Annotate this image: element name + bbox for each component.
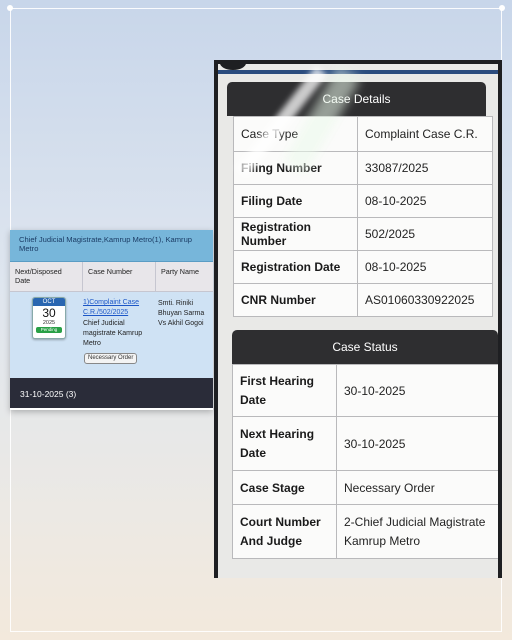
table-row: Registration Number 502/2025 bbox=[233, 217, 493, 251]
case-stage-value: Necessary Order bbox=[336, 470, 498, 505]
registration-number-label: Registration Number bbox=[233, 217, 358, 251]
frame-corner-dot bbox=[7, 5, 13, 11]
case-status-table: First Hearing Date 30-10-2025 Next Heari… bbox=[232, 364, 498, 559]
cnr-number-label: CNR Number bbox=[233, 283, 358, 317]
table-row[interactable]: OCT 30 2025 Pending 1)Complaint Case C.R… bbox=[10, 292, 213, 380]
table-row: Registration Date 08-10-2025 bbox=[233, 250, 493, 284]
case-type-value: Complaint Case C.R. bbox=[357, 116, 493, 152]
phone-device: Case Details Case Type Complaint Case C.… bbox=[214, 60, 502, 578]
calendar-icon: OCT 30 2025 Pending bbox=[32, 297, 66, 339]
case-detail-screen: Case Details Case Type Complaint Case C.… bbox=[218, 64, 498, 578]
date-group-header[interactable]: 31-10-2025 (3) bbox=[10, 378, 213, 408]
calendar-day: 30 bbox=[42, 306, 56, 320]
registration-date-value: 08-10-2025 bbox=[357, 250, 493, 284]
case-status-title: Case Status bbox=[232, 330, 498, 364]
table-row: Next Hearing Date 30-10-2025 bbox=[232, 416, 498, 471]
court-title: Chief Judicial Magistrate,Kamrup Metro(1… bbox=[10, 230, 213, 262]
first-hearing-date-label: First Hearing Date bbox=[232, 364, 337, 417]
next-hearing-date-value: 30-10-2025 bbox=[336, 416, 498, 471]
calendar-month: OCT bbox=[33, 298, 65, 306]
calendar-year: 2025 bbox=[42, 320, 56, 326]
table-row: Filing Number 33087/2025 bbox=[233, 151, 493, 185]
table-row: CNR Number AS01060330922025 bbox=[233, 283, 493, 317]
cnr-number-value: AS01060330922025 bbox=[357, 283, 493, 317]
registration-number-value: 502/2025 bbox=[357, 217, 493, 251]
filing-number-value: 33087/2025 bbox=[357, 151, 493, 185]
stage-badge: Necessary Order bbox=[84, 353, 138, 364]
status-badge: Pending bbox=[36, 327, 62, 333]
case-details-table: Case Type Complaint Case C.R. Filing Num… bbox=[233, 116, 493, 317]
frame-corner-dot bbox=[499, 5, 505, 11]
court-name: Chief Judicial magistrate Kamrup Metro bbox=[83, 320, 143, 347]
column-header-case-number: Case Number bbox=[83, 262, 156, 292]
filing-date-value: 08-10-2025 bbox=[357, 184, 493, 218]
case-stage-label: Case Stage bbox=[232, 470, 337, 505]
court-number-judge-value: 2-Chief Judicial Magistrate Kamrup Metro bbox=[336, 504, 498, 559]
case-details-title: Case Details bbox=[227, 82, 486, 116]
registration-date-label: Registration Date bbox=[233, 250, 358, 284]
first-hearing-date-value: 30-10-2025 bbox=[336, 364, 498, 417]
column-header-date: Next/Disposed Date bbox=[10, 262, 83, 292]
top-accent-bar bbox=[218, 70, 498, 74]
party-name: Smti. Riniki Bhuyan Sarma Vs Akhil Gogoi bbox=[158, 300, 205, 327]
table-row: Court Number And Judge 2-Chief Judicial … bbox=[232, 504, 498, 559]
column-header-party-name: Party Name bbox=[156, 262, 213, 292]
table-row: Filing Date 08-10-2025 bbox=[233, 184, 493, 218]
next-hearing-date-label: Next Hearing Date bbox=[232, 416, 337, 471]
court-number-judge-label: Court Number And Judge bbox=[232, 504, 337, 559]
case-number-link[interactable]: 1)Complaint Case C.R./502/2025 bbox=[83, 298, 155, 317]
filing-date-label: Filing Date bbox=[233, 184, 358, 218]
table-row: Case Stage Necessary Order bbox=[232, 470, 498, 505]
table-row: First Hearing Date 30-10-2025 bbox=[232, 364, 498, 417]
